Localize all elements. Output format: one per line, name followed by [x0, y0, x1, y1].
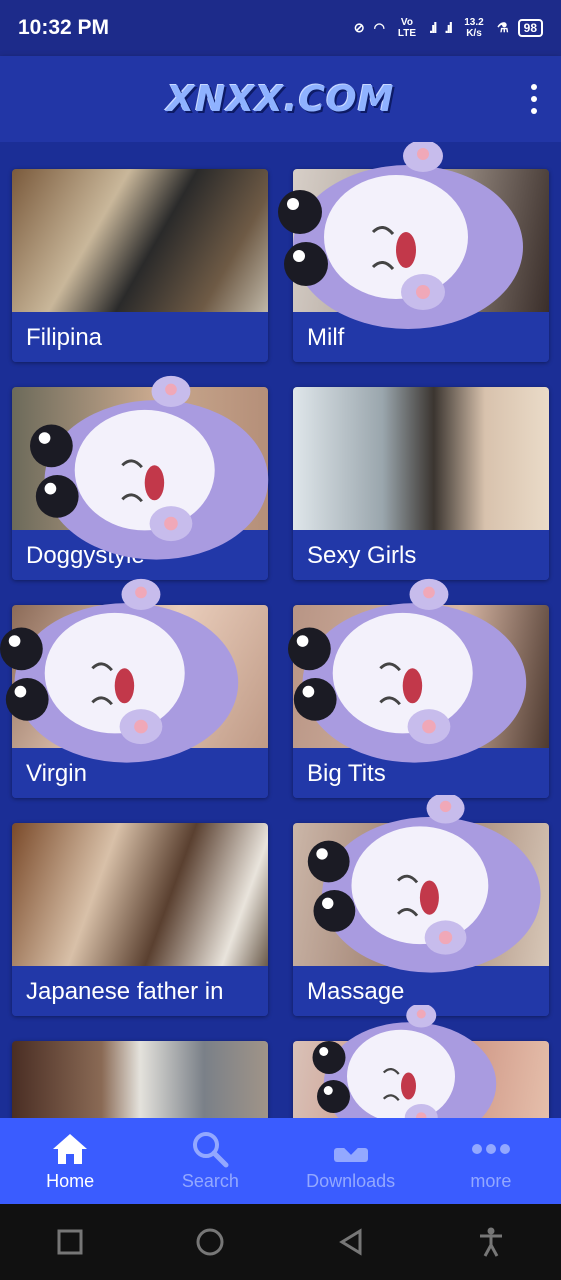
category-card-filipina[interactable]: Filipina	[12, 169, 268, 362]
signal-icon-2: .ıl	[444, 19, 452, 37]
nav-home-label: Home	[46, 1170, 95, 1191]
wifi-icon: ◠	[373, 20, 385, 35]
category-label: Doggystyle	[12, 530, 268, 580]
category-grid: Filipina Milf Doggystyle Sexy Girls Virg…	[0, 142, 561, 1118]
status-icons: ⊘ ◠ Vo LTE .ıl .ıl 13.2 K/s ⚗ 98	[354, 17, 543, 39]
category-card-massage[interactable]: Massage	[293, 823, 549, 1016]
category-card-sexy-girls[interactable]: Sexy Girls	[293, 387, 549, 580]
nav-search[interactable]: Search	[140, 1118, 280, 1204]
category-thumbnail	[293, 1041, 549, 1118]
category-thumbnail	[12, 387, 268, 530]
category-card-doggystyle[interactable]: Doggystyle	[12, 387, 268, 580]
site-logo[interactable]: XNXX.COM	[167, 79, 395, 120]
category-thumbnail	[12, 823, 268, 966]
speed-label: 13.2 K/s	[464, 17, 484, 39]
signal-icon: .ıl	[428, 19, 437, 37]
category-thumbnail	[12, 605, 268, 748]
category-card-japanese[interactable]: Japanese father in	[12, 823, 268, 1016]
home-icon	[51, 1131, 89, 1167]
bottom-nav: Home Search Downloads more	[0, 1118, 561, 1204]
category-thumbnail	[293, 823, 549, 966]
category-thumbnail	[293, 387, 549, 530]
download-icon	[332, 1131, 370, 1167]
nav-more[interactable]: more	[421, 1118, 561, 1204]
back-triangle-icon	[338, 1228, 362, 1256]
do-not-disturb-icon: ⊘	[353, 20, 365, 35]
flask-icon: ⚗	[496, 20, 509, 35]
category-card-9[interactable]	[12, 1041, 268, 1118]
status-time: 10:32 PM	[18, 16, 110, 39]
category-label: Japanese father in	[12, 966, 268, 1016]
app-header: XNXX.COM	[0, 56, 561, 142]
category-card-10[interactable]	[293, 1041, 549, 1118]
category-thumbnail	[293, 605, 549, 748]
category-thumbnail	[12, 1041, 268, 1118]
category-label: Sexy Girls	[293, 530, 549, 580]
nav-home[interactable]: Home	[0, 1118, 140, 1204]
system-nav-bar	[0, 1204, 561, 1280]
nav-downloads[interactable]: Downloads	[281, 1118, 421, 1204]
more-vert-icon[interactable]	[527, 84, 541, 114]
category-thumbnail	[12, 169, 268, 312]
recents-button[interactable]	[40, 1212, 100, 1272]
home-system-button[interactable]	[180, 1212, 240, 1272]
category-label: Big Tits	[293, 748, 549, 798]
category-thumbnail	[293, 169, 549, 312]
battery-icon: 98	[517, 19, 543, 37]
nav-search-label: Search	[181, 1170, 239, 1191]
category-label: Milf	[293, 312, 549, 362]
category-label: Filipina	[12, 312, 268, 362]
category-card-big-tits[interactable]: Big Tits	[293, 605, 549, 798]
square-icon	[57, 1229, 83, 1255]
category-label: Virgin	[12, 748, 268, 798]
category-label: Massage	[293, 966, 549, 1016]
nav-more-label: more	[470, 1170, 512, 1191]
network-label: Vo LTE	[397, 17, 417, 39]
status-bar: 10:32 PM ⊘ ◠ Vo LTE .ıl .ıl 13.2 K/s ⚗ 9…	[0, 0, 561, 56]
accessibility-button[interactable]	[461, 1212, 521, 1272]
back-button[interactable]	[321, 1212, 381, 1272]
category-card-milf[interactable]: Milf	[293, 169, 549, 362]
search-icon	[191, 1131, 229, 1167]
circle-icon	[196, 1228, 224, 1256]
accessibility-icon	[479, 1227, 502, 1257]
more-horiz-icon	[471, 1131, 511, 1167]
nav-downloads-label: Downloads	[306, 1170, 396, 1191]
category-card-virgin[interactable]: Virgin	[12, 605, 268, 798]
